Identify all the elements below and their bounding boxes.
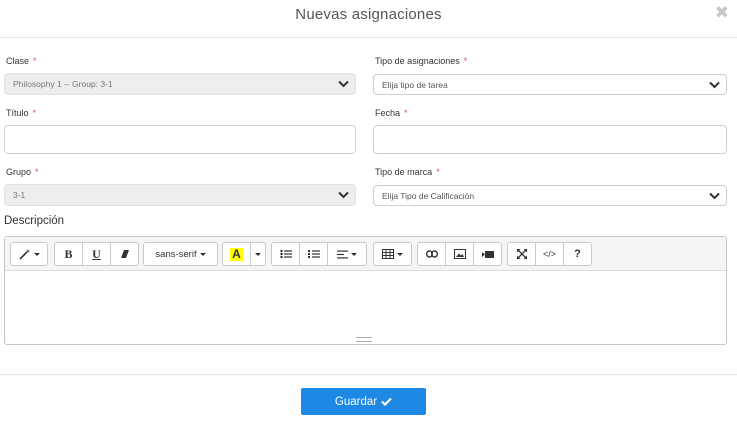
align-left-icon bbox=[337, 250, 348, 258]
titulo-label-text: Título bbox=[6, 108, 29, 118]
chevron-down-icon bbox=[338, 80, 349, 88]
tipo-marca-select[interactable]: Elija Tipo de Calificación bbox=[373, 185, 727, 206]
titulo-label: Título * bbox=[6, 108, 36, 118]
help-button[interactable]: ? bbox=[563, 242, 592, 266]
editor-toolbar: B U sans-serif A </> ? bbox=[5, 237, 726, 271]
tipo-marca-label-text: Tipo de marca bbox=[375, 167, 433, 177]
chevron-down-icon bbox=[709, 81, 720, 88]
tipo-marca-select-value: Elija Tipo de Calificación bbox=[382, 190, 475, 201]
bullet-list-icon bbox=[279, 249, 292, 259]
video-button[interactable] bbox=[473, 242, 502, 266]
color-button[interactable]: A bbox=[222, 242, 251, 266]
color-dropdown-button[interactable] bbox=[250, 242, 266, 266]
video-icon bbox=[481, 250, 494, 258]
tipo-asignaciones-label: Tipo de asignaciones * bbox=[375, 56, 467, 66]
align-button[interactable] bbox=[327, 242, 367, 266]
tipo-asignaciones-select[interactable]: Elija tipo de tarea bbox=[373, 74, 727, 95]
tipo-asignaciones-select-value: Elija tipo de tarea bbox=[382, 79, 448, 90]
modal-header: Nuevas asignaciones ✖ bbox=[0, 0, 737, 38]
descripcion-label: Descripción bbox=[4, 215, 65, 227]
fecha-input[interactable] bbox=[373, 125, 727, 154]
tipo-marca-label: Tipo de marca * bbox=[375, 167, 440, 177]
grupo-label-text: Grupo bbox=[6, 167, 32, 177]
link-button[interactable] bbox=[417, 242, 446, 266]
chevron-down-icon bbox=[338, 191, 349, 199]
editor-resize-handle[interactable] bbox=[356, 337, 372, 342]
fullscreen-button[interactable] bbox=[507, 242, 536, 266]
fecha-label: Fecha * bbox=[375, 108, 408, 118]
code-view-button[interactable]: </> bbox=[535, 242, 564, 266]
bold-button[interactable]: B bbox=[54, 242, 83, 266]
font-name-value: sans-serif bbox=[155, 248, 197, 260]
clase-label: Clase * bbox=[6, 56, 37, 66]
style-group bbox=[10, 242, 48, 266]
titulo-input[interactable] bbox=[4, 125, 356, 154]
link-icon bbox=[425, 250, 438, 258]
clase-select-value: Philosophy 1 -- Group: 3-1 bbox=[13, 79, 113, 89]
clase-label-text: Clase bbox=[6, 56, 30, 66]
footer-divider bbox=[0, 374, 737, 375]
format-group: B U bbox=[54, 242, 139, 266]
font-group: sans-serif bbox=[143, 242, 218, 266]
grupo-select[interactable]: 3-1 bbox=[4, 184, 356, 206]
numbered-list-icon bbox=[307, 250, 320, 258]
chevron-down-icon bbox=[709, 192, 720, 199]
required-mark: * bbox=[32, 108, 37, 118]
required-mark: * bbox=[35, 167, 39, 177]
caret-icon bbox=[397, 252, 403, 256]
clase-select[interactable]: Philosophy 1 -- Group: 3-1 bbox=[4, 73, 356, 95]
caret-icon bbox=[199, 252, 206, 256]
table-button[interactable] bbox=[373, 242, 412, 266]
misc-group: </> ? bbox=[507, 242, 592, 266]
clear-format-button[interactable] bbox=[110, 242, 139, 266]
required-mark: * bbox=[404, 108, 408, 118]
eraser-icon bbox=[120, 250, 129, 258]
fullscreen-icon bbox=[516, 249, 527, 259]
ordered-list-button[interactable] bbox=[299, 242, 328, 266]
color-group: A bbox=[222, 242, 266, 266]
tipo-asignaciones-label-text: Tipo de asignaciones bbox=[375, 56, 460, 66]
check-icon bbox=[381, 397, 392, 406]
picture-button[interactable] bbox=[445, 242, 474, 266]
fecha-label-text: Fecha bbox=[375, 108, 401, 118]
picture-icon bbox=[453, 249, 466, 259]
paragraph-group bbox=[271, 242, 367, 266]
caret-icon bbox=[255, 252, 261, 256]
caret-icon bbox=[351, 252, 357, 256]
table-group bbox=[373, 242, 412, 266]
save-button-label: Guardar bbox=[334, 395, 378, 408]
unordered-list-button[interactable] bbox=[271, 242, 300, 266]
required-mark: * bbox=[436, 167, 440, 177]
modal-title: Nuevas asignaciones bbox=[295, 6, 442, 23]
magic-style-button[interactable] bbox=[10, 242, 48, 266]
magic-wand-icon bbox=[18, 249, 30, 260]
color-letter: A bbox=[230, 246, 243, 261]
grupo-select-value: 3-1 bbox=[13, 190, 26, 200]
save-button[interactable]: Guardar bbox=[301, 388, 426, 415]
font-name-button[interactable]: sans-serif bbox=[143, 242, 218, 266]
grupo-label: Grupo * bbox=[6, 167, 39, 177]
table-icon bbox=[382, 249, 394, 259]
insert-group bbox=[417, 242, 502, 266]
caret-icon bbox=[33, 252, 40, 256]
close-icon[interactable]: ✖ bbox=[715, 4, 729, 22]
required-mark: * bbox=[463, 56, 468, 66]
underline-button[interactable]: U bbox=[82, 242, 111, 266]
rich-text-editor: B U sans-serif A </> ? bbox=[4, 236, 727, 345]
required-mark: * bbox=[33, 56, 37, 66]
